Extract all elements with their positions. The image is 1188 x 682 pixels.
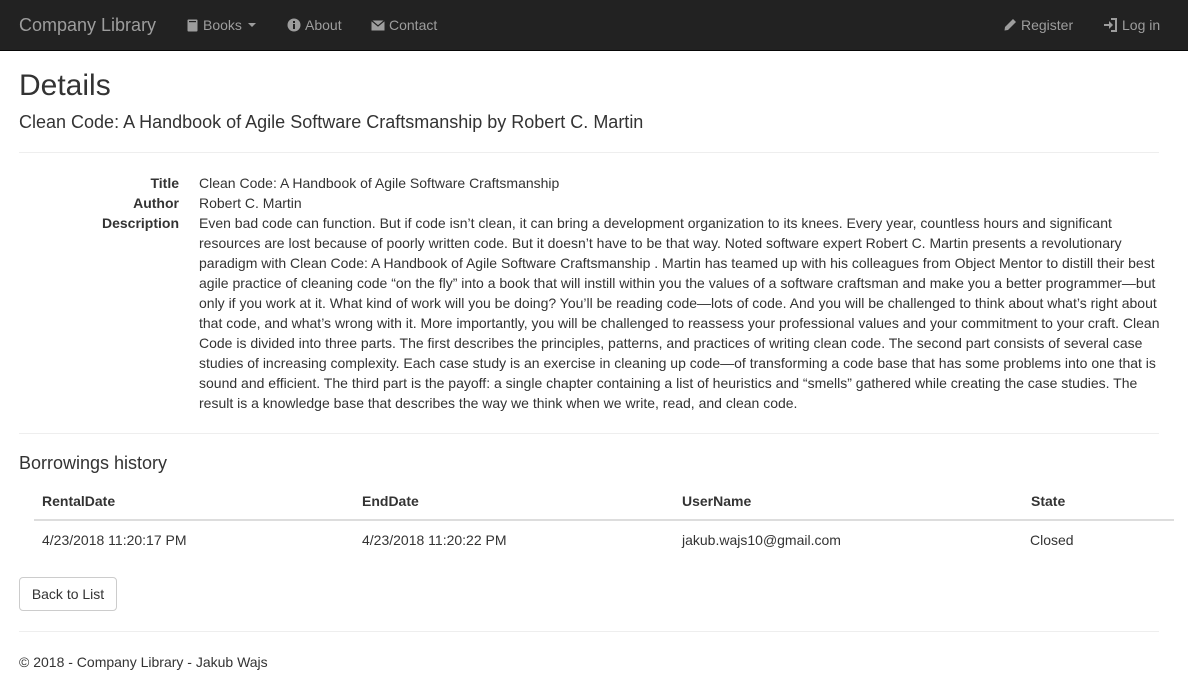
table-header-row: RentalDate EndDate UserName State bbox=[34, 490, 1174, 521]
column-header-rentaldate: RentalDate bbox=[34, 490, 354, 521]
author-value: Robert C. Martin bbox=[199, 195, 302, 211]
nav-contact[interactable]: Contact bbox=[371, 16, 437, 34]
nav-login[interactable]: Log in bbox=[1103, 16, 1160, 34]
nav-login-label: Log in bbox=[1122, 17, 1161, 33]
page-title: Details bbox=[19, 69, 111, 102]
envelope-icon bbox=[371, 19, 385, 30]
end-date-cell: 4/23/2018 11:20:22 PM bbox=[362, 531, 507, 548]
page-subtitle: Clean Code: A Handbook of Agile Software… bbox=[19, 112, 644, 132]
author-label: Author bbox=[133, 195, 179, 211]
divider bbox=[19, 152, 1159, 153]
title-value: Clean Code: A Handbook of Agile Software… bbox=[199, 175, 560, 191]
caret-down-icon bbox=[247, 23, 256, 27]
back-to-list-button[interactable]: Back to List bbox=[19, 577, 117, 611]
borrowings-heading: Borrowings history bbox=[19, 453, 168, 473]
title-label: Title bbox=[150, 175, 179, 191]
column-header-state: State bbox=[1023, 490, 1174, 521]
footer-divider bbox=[19, 631, 1159, 632]
table-row: 4/23/2018 11:20:17 PM 4/23/2018 11:20:22… bbox=[34, 520, 1174, 556]
log-in-icon bbox=[1104, 18, 1117, 32]
nav-contact-label: Contact bbox=[389, 17, 438, 33]
navbar: Company Library Books About Contact Regi… bbox=[0, 0, 1188, 51]
rental-date-cell: 4/23/2018 11:20:17 PM bbox=[42, 531, 187, 548]
brand-link[interactable]: Company Library bbox=[19, 14, 156, 36]
footer-copyright: © 2018 - Company Library - Jakub Wajs bbox=[19, 654, 268, 670]
nav-about[interactable]: About bbox=[287, 16, 342, 34]
info-sign-icon bbox=[287, 18, 301, 32]
column-header-enddate: EndDate bbox=[354, 490, 674, 521]
nav-books-label: Books bbox=[203, 17, 242, 33]
book-icon bbox=[187, 19, 198, 31]
column-header-username: UserName bbox=[674, 490, 1023, 521]
nav-about-label: About bbox=[305, 17, 342, 33]
borrowings-table: RentalDate EndDate UserName State 4/23/2… bbox=[34, 490, 1174, 556]
description-value: Even bad code can function. But if code … bbox=[199, 215, 1160, 411]
divider bbox=[19, 433, 1159, 434]
description-label: Description bbox=[101, 215, 179, 231]
state-cell: Closed bbox=[1030, 531, 1074, 548]
nav-books-dropdown[interactable]: Books bbox=[186, 16, 256, 34]
pencil-icon bbox=[1004, 19, 1016, 31]
nav-register[interactable]: Register bbox=[1003, 16, 1073, 34]
nav-register-label: Register bbox=[1021, 17, 1074, 33]
username-cell: jakub.wajs10@gmail.com bbox=[682, 531, 841, 548]
